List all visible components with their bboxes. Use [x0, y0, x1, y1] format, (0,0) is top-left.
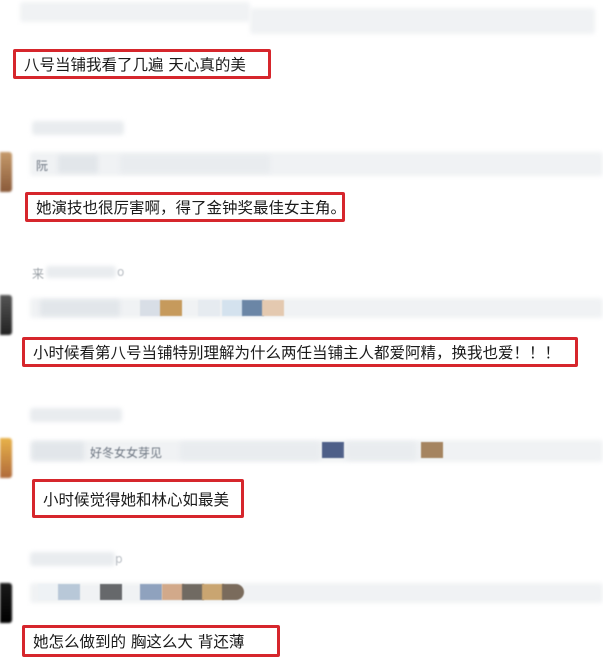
comment-3: 小时候看第八号当铺特别理解为什么两任当铺主人都爱阿精，换我也爱！！！	[22, 337, 578, 367]
quoted-post-text: 阮	[36, 159, 49, 173]
emoji-blurred	[140, 300, 162, 316]
username-blurred	[30, 552, 115, 566]
emoji-blurred	[140, 584, 162, 600]
emoji-blurred	[58, 584, 80, 600]
comment-1: 八号当铺我看了几遍 天心真的美	[13, 49, 271, 79]
blur-patch	[40, 300, 120, 316]
comment-text: 她演技也很厉害啊，得了金钟奖最佳女主角。	[36, 199, 347, 217]
blur-patch	[32, 442, 84, 460]
username-blurred: 来	[32, 267, 45, 281]
username-suffix: p	[115, 552, 123, 566]
quoted-post-blurred	[30, 152, 603, 176]
avatar[interactable]	[0, 295, 12, 335]
blurred-header	[20, 2, 250, 22]
comment-text: 小时候觉得她和林心如最美	[43, 490, 230, 509]
quoted-post-text: 好冬女女芽见	[90, 446, 163, 460]
emoji-blurred	[202, 584, 224, 600]
username-blurred	[32, 121, 124, 135]
emoji-blurred	[100, 584, 122, 600]
avatar[interactable]	[0, 438, 12, 478]
emoji-blurred	[198, 300, 220, 316]
emoji-blurred	[242, 300, 264, 316]
emoji-blurred	[322, 442, 344, 458]
blurred-header-2	[250, 8, 595, 34]
emoji-blurred	[222, 300, 244, 316]
blur-patch	[346, 442, 416, 460]
emoji-blurred	[160, 300, 182, 316]
avatar[interactable]	[0, 583, 12, 623]
emoji-blurred	[421, 442, 443, 458]
blur-patch	[120, 155, 270, 173]
comment-4: 小时候觉得她和林心如最美	[32, 479, 244, 518]
username-blurred	[30, 408, 122, 422]
comment-text: 小时候看第八号当铺特别理解为什么两任当铺主人都爱阿精，换我也爱！！！	[33, 344, 561, 362]
comment-2: 她演技也很厉害啊，得了金钟奖最佳女主角。	[25, 192, 347, 222]
comment-text: 八号当铺我看了几遍 天心真的美	[24, 56, 246, 74]
comment-5: 她怎么做到的 胸这么大 背还薄	[22, 625, 280, 657]
emoji-blurred	[262, 300, 284, 316]
blur-patch	[46, 266, 116, 278]
avatar[interactable]	[0, 152, 12, 192]
emoji-blurred	[222, 584, 244, 600]
comment-text: 她怎么做到的 胸这么大 背还薄	[33, 633, 245, 651]
blur-patch	[58, 155, 98, 173]
username-suffix: o	[117, 265, 125, 279]
emoji-blurred	[162, 584, 184, 600]
blur-patch	[180, 442, 320, 460]
emoji-blurred	[182, 584, 204, 600]
emoji-blurred	[38, 584, 60, 600]
